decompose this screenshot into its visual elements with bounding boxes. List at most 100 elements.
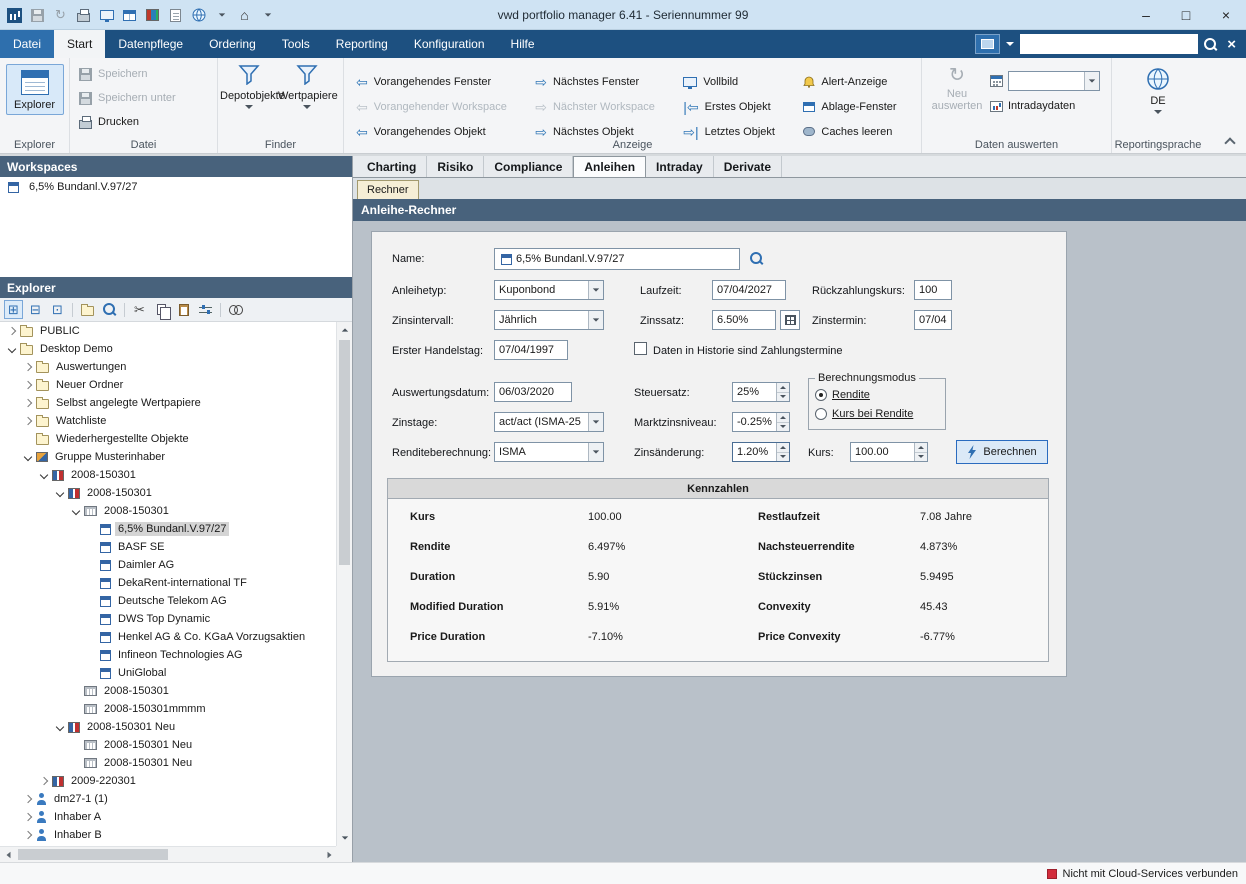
- tree-item[interactable]: 2009-220301: [0, 772, 337, 790]
- tab-ordering[interactable]: Ordering: [196, 30, 269, 58]
- spin-up-icon[interactable]: [777, 443, 789, 452]
- renditeberechnung-select[interactable]: ISMA: [494, 442, 604, 462]
- zinsintervall-select[interactable]: Jährlich: [494, 310, 604, 330]
- name-input[interactable]: 6,5% Bundanl.V.97/27: [494, 248, 740, 270]
- tab-reporting[interactable]: Reporting: [323, 30, 401, 58]
- chevron-right-icon[interactable]: [22, 814, 34, 820]
- tab-derivate[interactable]: Derivate: [714, 156, 782, 177]
- zinssatz-table-button[interactable]: [780, 310, 800, 330]
- chevron-down-icon[interactable]: [38, 472, 50, 478]
- chevron-down-icon[interactable]: [54, 490, 66, 496]
- datum-combobox[interactable]: [1008, 71, 1100, 91]
- tab-intraday[interactable]: Intraday: [646, 156, 714, 177]
- tree-item[interactable]: Wiederhergestellte Objekte: [0, 430, 337, 448]
- tree-item[interactable]: 2008-150301 Neu: [0, 718, 337, 736]
- tab-hilfe[interactable]: Hilfe: [498, 30, 548, 58]
- spin-down-icon[interactable]: [777, 422, 789, 432]
- spin-up-icon[interactable]: [777, 383, 789, 392]
- naechstes-fenster-button[interactable]: ⇨ Nächstes Fenster: [535, 69, 667, 94]
- chevron-right-icon[interactable]: [22, 382, 34, 388]
- tree-item[interactable]: Infineon Technologies AG: [0, 646, 337, 664]
- chevron-right-icon[interactable]: [6, 328, 18, 334]
- search-icon[interactable]: [1204, 38, 1217, 51]
- chevron-down-icon[interactable]: [22, 454, 34, 460]
- tree-item[interactable]: Henkel AG & Co. KGaA Vorzugsaktien: [0, 628, 337, 646]
- scrollbar-thumb[interactable]: [18, 849, 168, 860]
- chevron-down-icon[interactable]: [54, 724, 66, 730]
- rendite-radio-row[interactable]: Rendite: [815, 385, 939, 404]
- rueckzahlungskurs-input[interactable]: 100: [914, 280, 952, 300]
- erster-handelstag-input[interactable]: 07/04/1997: [494, 340, 568, 360]
- tree-item[interactable]: PUBLIC: [0, 322, 337, 340]
- tab-datenpflege[interactable]: Datenpflege: [105, 30, 196, 58]
- tree-item[interactable]: 2008-150301mmmm: [0, 700, 337, 718]
- maximize-button[interactable]: □: [1166, 0, 1206, 30]
- scroll-up-icon[interactable]: [337, 322, 353, 338]
- tab-rechner[interactable]: Rechner: [357, 180, 419, 199]
- tree-item[interactable]: 2008-150301: [0, 466, 337, 484]
- explorer-button[interactable]: Explorer: [6, 64, 64, 115]
- tab-konfiguration[interactable]: Konfiguration: [401, 30, 498, 58]
- kurs-bei-rendite-radio-row[interactable]: Kurs bei Rendite: [815, 404, 939, 423]
- tree-view-icon[interactable]: ⊞: [4, 300, 23, 319]
- tree-item[interactable]: Desktop Demo: [0, 340, 337, 358]
- steuersatz-stepper[interactable]: 25%: [732, 382, 790, 402]
- minimize-button[interactable]: –: [1126, 0, 1166, 30]
- erstes-objekt-button[interactable]: |⇦ Erstes Objekt: [683, 94, 787, 119]
- spin-up-icon[interactable]: [915, 443, 927, 452]
- drucken-button[interactable]: Drucken: [72, 110, 215, 134]
- tree-item[interactable]: 2008-150301 Neu: [0, 754, 337, 772]
- historie-checkbox[interactable]: [634, 342, 647, 355]
- depotobjekte-button[interactable]: Depotobjekte: [220, 62, 278, 109]
- kurs-stepper[interactable]: 100.00: [850, 442, 928, 462]
- paste-icon[interactable]: [174, 300, 193, 319]
- close-button[interactable]: ×: [1206, 0, 1246, 30]
- tree-item[interactable]: DekaRent-international TF: [0, 574, 337, 592]
- tree-item[interactable]: 2008-150301 Neu: [0, 736, 337, 754]
- chevron-right-icon[interactable]: [38, 778, 50, 784]
- workspace-item[interactable]: 6,5% Bundanl.V.97/27: [0, 177, 352, 197]
- cut-icon[interactable]: ✂: [130, 300, 149, 319]
- tree-item[interactable]: BASF SE: [0, 538, 337, 556]
- tree-item[interactable]: Auswertungen: [0, 358, 337, 376]
- chevron-right-icon[interactable]: [22, 418, 34, 424]
- spin-down-icon[interactable]: [777, 392, 789, 402]
- binoculars-icon[interactable]: [226, 300, 245, 319]
- tab-start[interactable]: Start: [54, 30, 105, 58]
- vorangehendes-fenster-button[interactable]: ⇦ Vorangehendes Fenster: [356, 69, 519, 94]
- scroll-down-icon[interactable]: [337, 830, 353, 846]
- chevron-right-icon[interactable]: [22, 832, 34, 838]
- spin-up-icon[interactable]: [777, 413, 789, 422]
- search-icon[interactable]: [100, 300, 119, 319]
- tab-compliance[interactable]: Compli­ance: [484, 156, 573, 177]
- chevron-down-icon[interactable]: [1006, 42, 1014, 46]
- alert-anzeige-button[interactable]: Alert-Anzeige: [803, 69, 909, 94]
- laufzeit-input[interactable]: 07/04/2027: [712, 280, 786, 300]
- screen-search-icon[interactable]: [975, 34, 1000, 54]
- new-folder-icon[interactable]: [78, 300, 97, 319]
- tree-item[interactable]: 2008-150301: [0, 502, 337, 520]
- marktzinsniveau-stepper[interactable]: -0.25%: [732, 412, 790, 432]
- scroll-left-icon[interactable]: [0, 847, 16, 863]
- reportingsprache-button[interactable]: DE: [1114, 62, 1202, 114]
- tree-item[interactable]: Inhaber B: [0, 826, 337, 844]
- scroll-right-icon[interactable]: [321, 847, 337, 863]
- zinssatz-input[interactable]: 6.50%: [712, 310, 776, 330]
- detail-view-icon[interactable]: ⊡: [48, 300, 67, 319]
- tab-datei[interactable]: Datei: [0, 30, 54, 58]
- tree-item[interactable]: Deutsche Telekom AG: [0, 592, 337, 610]
- flat-view-icon[interactable]: ⊟: [26, 300, 45, 319]
- tree-item[interactable]: UniGlobal: [0, 664, 337, 682]
- tree-item[interactable]: Selbst angelegte Wertpapiere: [0, 394, 337, 412]
- close-icon[interactable]: ×: [1223, 36, 1240, 53]
- radio-off-icon[interactable]: [815, 408, 827, 420]
- scrollbar-thumb[interactable]: [339, 340, 350, 565]
- tree-item[interactable]: Neuer Ordner: [0, 376, 337, 394]
- chevron-down-icon[interactable]: [6, 346, 18, 352]
- tree-item[interactable]: 2008-150301: [0, 484, 337, 502]
- radio-on-icon[interactable]: [815, 389, 827, 401]
- spin-down-icon[interactable]: [777, 452, 789, 462]
- anleihetyp-select[interactable]: Kuponbond: [494, 280, 604, 300]
- filter-settings-icon[interactable]: [196, 300, 215, 319]
- tab-tools[interactable]: Tools: [269, 30, 323, 58]
